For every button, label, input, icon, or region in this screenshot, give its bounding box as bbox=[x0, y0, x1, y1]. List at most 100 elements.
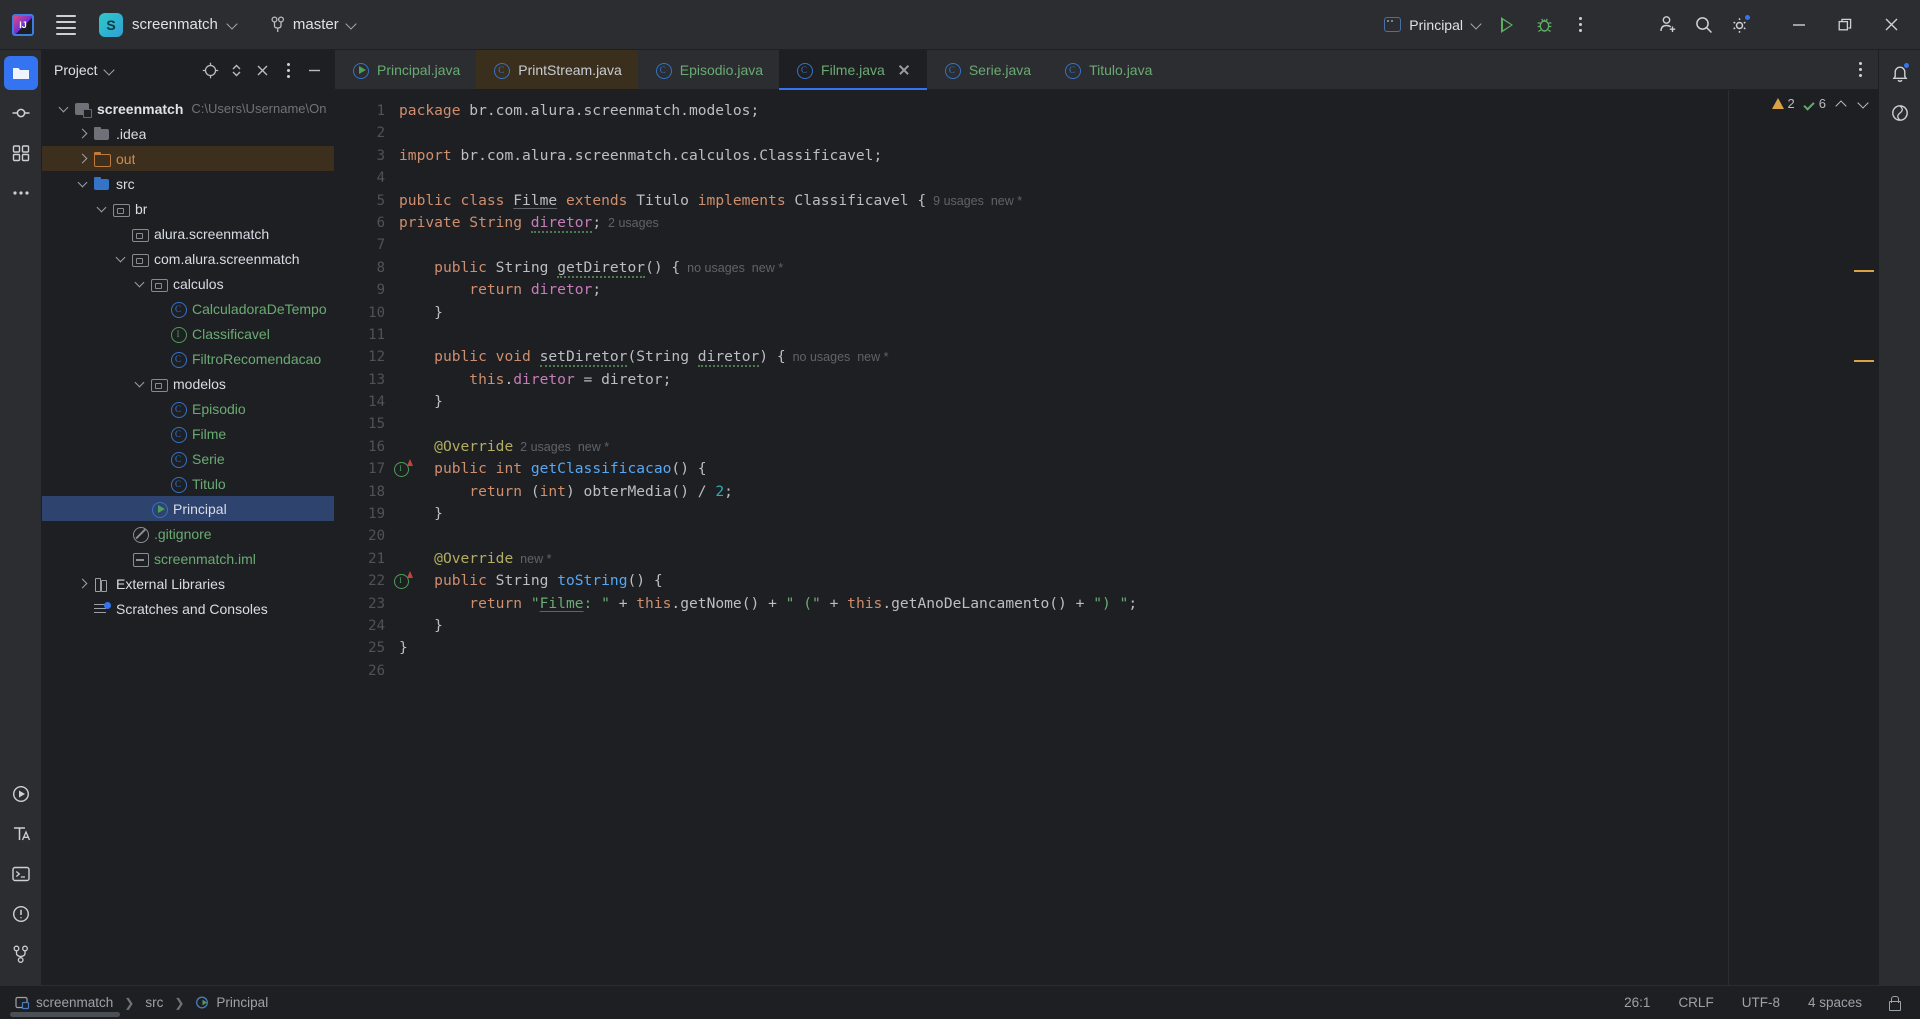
settings-button[interactable] bbox=[1722, 7, 1758, 43]
source-code[interactable]: package br.com.alura.screenmatch.modelos… bbox=[395, 90, 1728, 682]
tree-toggle-right-icon[interactable] bbox=[75, 576, 91, 592]
code-line[interactable]: } bbox=[395, 302, 1728, 324]
tree-toggle-down-icon[interactable] bbox=[113, 251, 129, 267]
editor-tab-filme-java[interactable]: Filme.java bbox=[779, 50, 927, 90]
tree-node-calculadoradetempo[interactable]: CalculadoraDeTempo bbox=[42, 296, 334, 321]
main-menu-icon[interactable] bbox=[48, 7, 84, 43]
editor-tab-options-button[interactable] bbox=[1848, 58, 1872, 82]
tree-node-calculos[interactable]: calculos bbox=[42, 271, 334, 296]
gutter-line-number[interactable]: 8 bbox=[335, 257, 395, 279]
tool-window-translate[interactable] bbox=[4, 817, 38, 851]
code-line[interactable]: public void setDiretor(String diretor) {… bbox=[395, 346, 1728, 368]
code-line[interactable]: } bbox=[395, 637, 1728, 659]
code-scroll-area[interactable]: package br.com.alura.screenmatch.modelos… bbox=[395, 90, 1728, 985]
tree-toggle-right-icon[interactable] bbox=[75, 151, 91, 167]
gutter-line-number[interactable]: 17 bbox=[335, 458, 413, 480]
editor-tab-close-icon[interactable] bbox=[897, 63, 911, 77]
editor-gutter[interactable]: 1234567891011121314151617181920212223242… bbox=[335, 90, 413, 985]
tree-node-alura-screenmatch[interactable]: alura.screenmatch bbox=[42, 221, 334, 246]
code-line[interactable] bbox=[395, 324, 1728, 346]
code-line[interactable]: package br.com.alura.screenmatch.modelos… bbox=[395, 100, 1728, 122]
run-button[interactable] bbox=[1490, 7, 1526, 43]
gutter-line-number[interactable]: 1 bbox=[335, 100, 395, 122]
tree-toggle-right-icon[interactable] bbox=[75, 126, 91, 142]
tree-toggle-down-icon[interactable] bbox=[75, 176, 91, 192]
tree-toggle-down-icon[interactable] bbox=[132, 376, 148, 392]
debug-button[interactable] bbox=[1526, 7, 1562, 43]
gutter-line-number[interactable]: 4 bbox=[335, 167, 395, 189]
gutter-line-number[interactable]: 12 bbox=[335, 346, 395, 368]
collapse-all-button[interactable] bbox=[250, 58, 274, 82]
code-line[interactable]: public class Filme extends Titulo implem… bbox=[395, 190, 1728, 212]
tree-toggle-down-icon[interactable] bbox=[132, 276, 148, 292]
run-configuration-selector[interactable]: Principal bbox=[1376, 13, 1490, 37]
gutter-line-number[interactable]: 26 bbox=[335, 660, 395, 682]
tree-node-idea[interactable]: .idea bbox=[42, 121, 334, 146]
editor-tab-serie-java[interactable]: Serie.java bbox=[927, 50, 1047, 89]
tool-window-version-control[interactable] bbox=[4, 937, 38, 971]
editor-tab-titulo-java[interactable]: Titulo.java bbox=[1047, 50, 1168, 89]
tool-window-project[interactable] bbox=[3, 56, 38, 90]
tree-node-external-libraries[interactable]: External Libraries bbox=[42, 571, 334, 596]
code-line[interactable]: import br.com.alura.screenmatch.calculos… bbox=[395, 145, 1728, 167]
tree-node-screenmatch[interactable]: screenmatch C:\Users\Username\On bbox=[42, 96, 334, 121]
git-branch-widget[interactable]: master bbox=[261, 12, 366, 37]
code-line[interactable]: return (int) obterMedia() / 2; bbox=[395, 481, 1728, 503]
tree-node-src[interactable]: src bbox=[42, 171, 334, 196]
gutter-line-number[interactable]: 20 bbox=[335, 525, 395, 547]
code-line[interactable]: } bbox=[395, 615, 1728, 637]
warning-count-group[interactable]: 2 bbox=[1771, 96, 1795, 111]
tool-window-run[interactable] bbox=[4, 777, 38, 811]
code-line[interactable]: public String toString() { bbox=[395, 570, 1728, 592]
code-line[interactable]: @Override 2 usages new * bbox=[395, 436, 1728, 458]
tree-node-serie[interactable]: Serie bbox=[42, 446, 334, 471]
gutter-line-number[interactable]: 16 bbox=[335, 436, 395, 458]
notifications-button[interactable] bbox=[1883, 56, 1917, 90]
gutter-line-number[interactable]: 5 bbox=[335, 190, 395, 212]
editor-tab-episodio-java[interactable]: Episodio.java bbox=[638, 50, 779, 89]
code-line[interactable]: return diretor; bbox=[395, 279, 1728, 301]
gutter-line-number[interactable]: 24 bbox=[335, 615, 395, 637]
gutter-line-number[interactable]: 13 bbox=[335, 369, 395, 391]
gutter-line-number[interactable]: 7 bbox=[335, 234, 395, 256]
gutter-line-number[interactable]: 9 bbox=[335, 279, 395, 301]
file-encoding[interactable]: UTF-8 bbox=[1738, 993, 1784, 1012]
expand-collapse-button[interactable] bbox=[224, 58, 248, 82]
panel-options-button[interactable] bbox=[276, 58, 300, 82]
tree-node-com-alura-screenmatch[interactable]: com.alura.screenmatch bbox=[42, 246, 334, 271]
ok-count-group[interactable]: 6 bbox=[1803, 96, 1826, 111]
gutter-line-number[interactable]: 21 bbox=[335, 548, 395, 570]
project-tree[interactable]: screenmatch C:\Users\Username\On .idea out s… bbox=[42, 90, 334, 985]
caret-position[interactable]: 26:1 bbox=[1620, 993, 1654, 1012]
gutter-line-number[interactable]: 11 bbox=[335, 324, 395, 346]
tree-node-modelos[interactable]: modelos bbox=[42, 371, 334, 396]
code-line[interactable] bbox=[395, 413, 1728, 435]
code-line[interactable]: } bbox=[395, 503, 1728, 525]
more-actions-button[interactable] bbox=[1562, 7, 1598, 43]
tree-node-screenmatch-iml[interactable]: screenmatch.iml bbox=[42, 546, 334, 571]
breadcrumb-item-file[interactable]: Principal bbox=[190, 993, 273, 1012]
gutter-line-number[interactable]: 10 bbox=[335, 302, 395, 324]
breadcrumb-item-module[interactable]: screenmatch bbox=[10, 993, 118, 1012]
previous-problem-button[interactable] bbox=[1834, 97, 1848, 111]
code-line[interactable] bbox=[395, 122, 1728, 144]
breadcrumb-item-src[interactable]: src bbox=[140, 993, 168, 1012]
tool-window-commit[interactable] bbox=[4, 96, 38, 130]
minimize-button[interactable] bbox=[1776, 0, 1822, 50]
gutter-line-number[interactable]: 14 bbox=[335, 391, 395, 413]
search-everywhere-button[interactable] bbox=[1686, 7, 1722, 43]
gutter-line-number[interactable]: 25 bbox=[335, 637, 395, 659]
inspection-widget[interactable]: 2 6 bbox=[1771, 96, 1870, 111]
code-line[interactable]: this.diretor = diretor; bbox=[395, 369, 1728, 391]
gutter-line-number[interactable]: 19 bbox=[335, 503, 395, 525]
line-separator[interactable]: CRLF bbox=[1674, 993, 1717, 1012]
tree-toggle-down-icon[interactable] bbox=[94, 201, 110, 217]
code-line[interactable]: @Override new * bbox=[395, 548, 1728, 570]
close-button[interactable] bbox=[1868, 0, 1914, 50]
tree-node-scratches-and-consoles[interactable]: Scratches and Consoles bbox=[42, 596, 334, 621]
tool-window-structure[interactable] bbox=[4, 136, 38, 170]
gutter-line-number[interactable]: 2 bbox=[335, 122, 395, 144]
lock-icon[interactable] bbox=[1886, 995, 1902, 1011]
inspection-marker[interactable] bbox=[1854, 270, 1874, 272]
code-line[interactable]: public String getDiretor() { no usages n… bbox=[395, 257, 1728, 279]
